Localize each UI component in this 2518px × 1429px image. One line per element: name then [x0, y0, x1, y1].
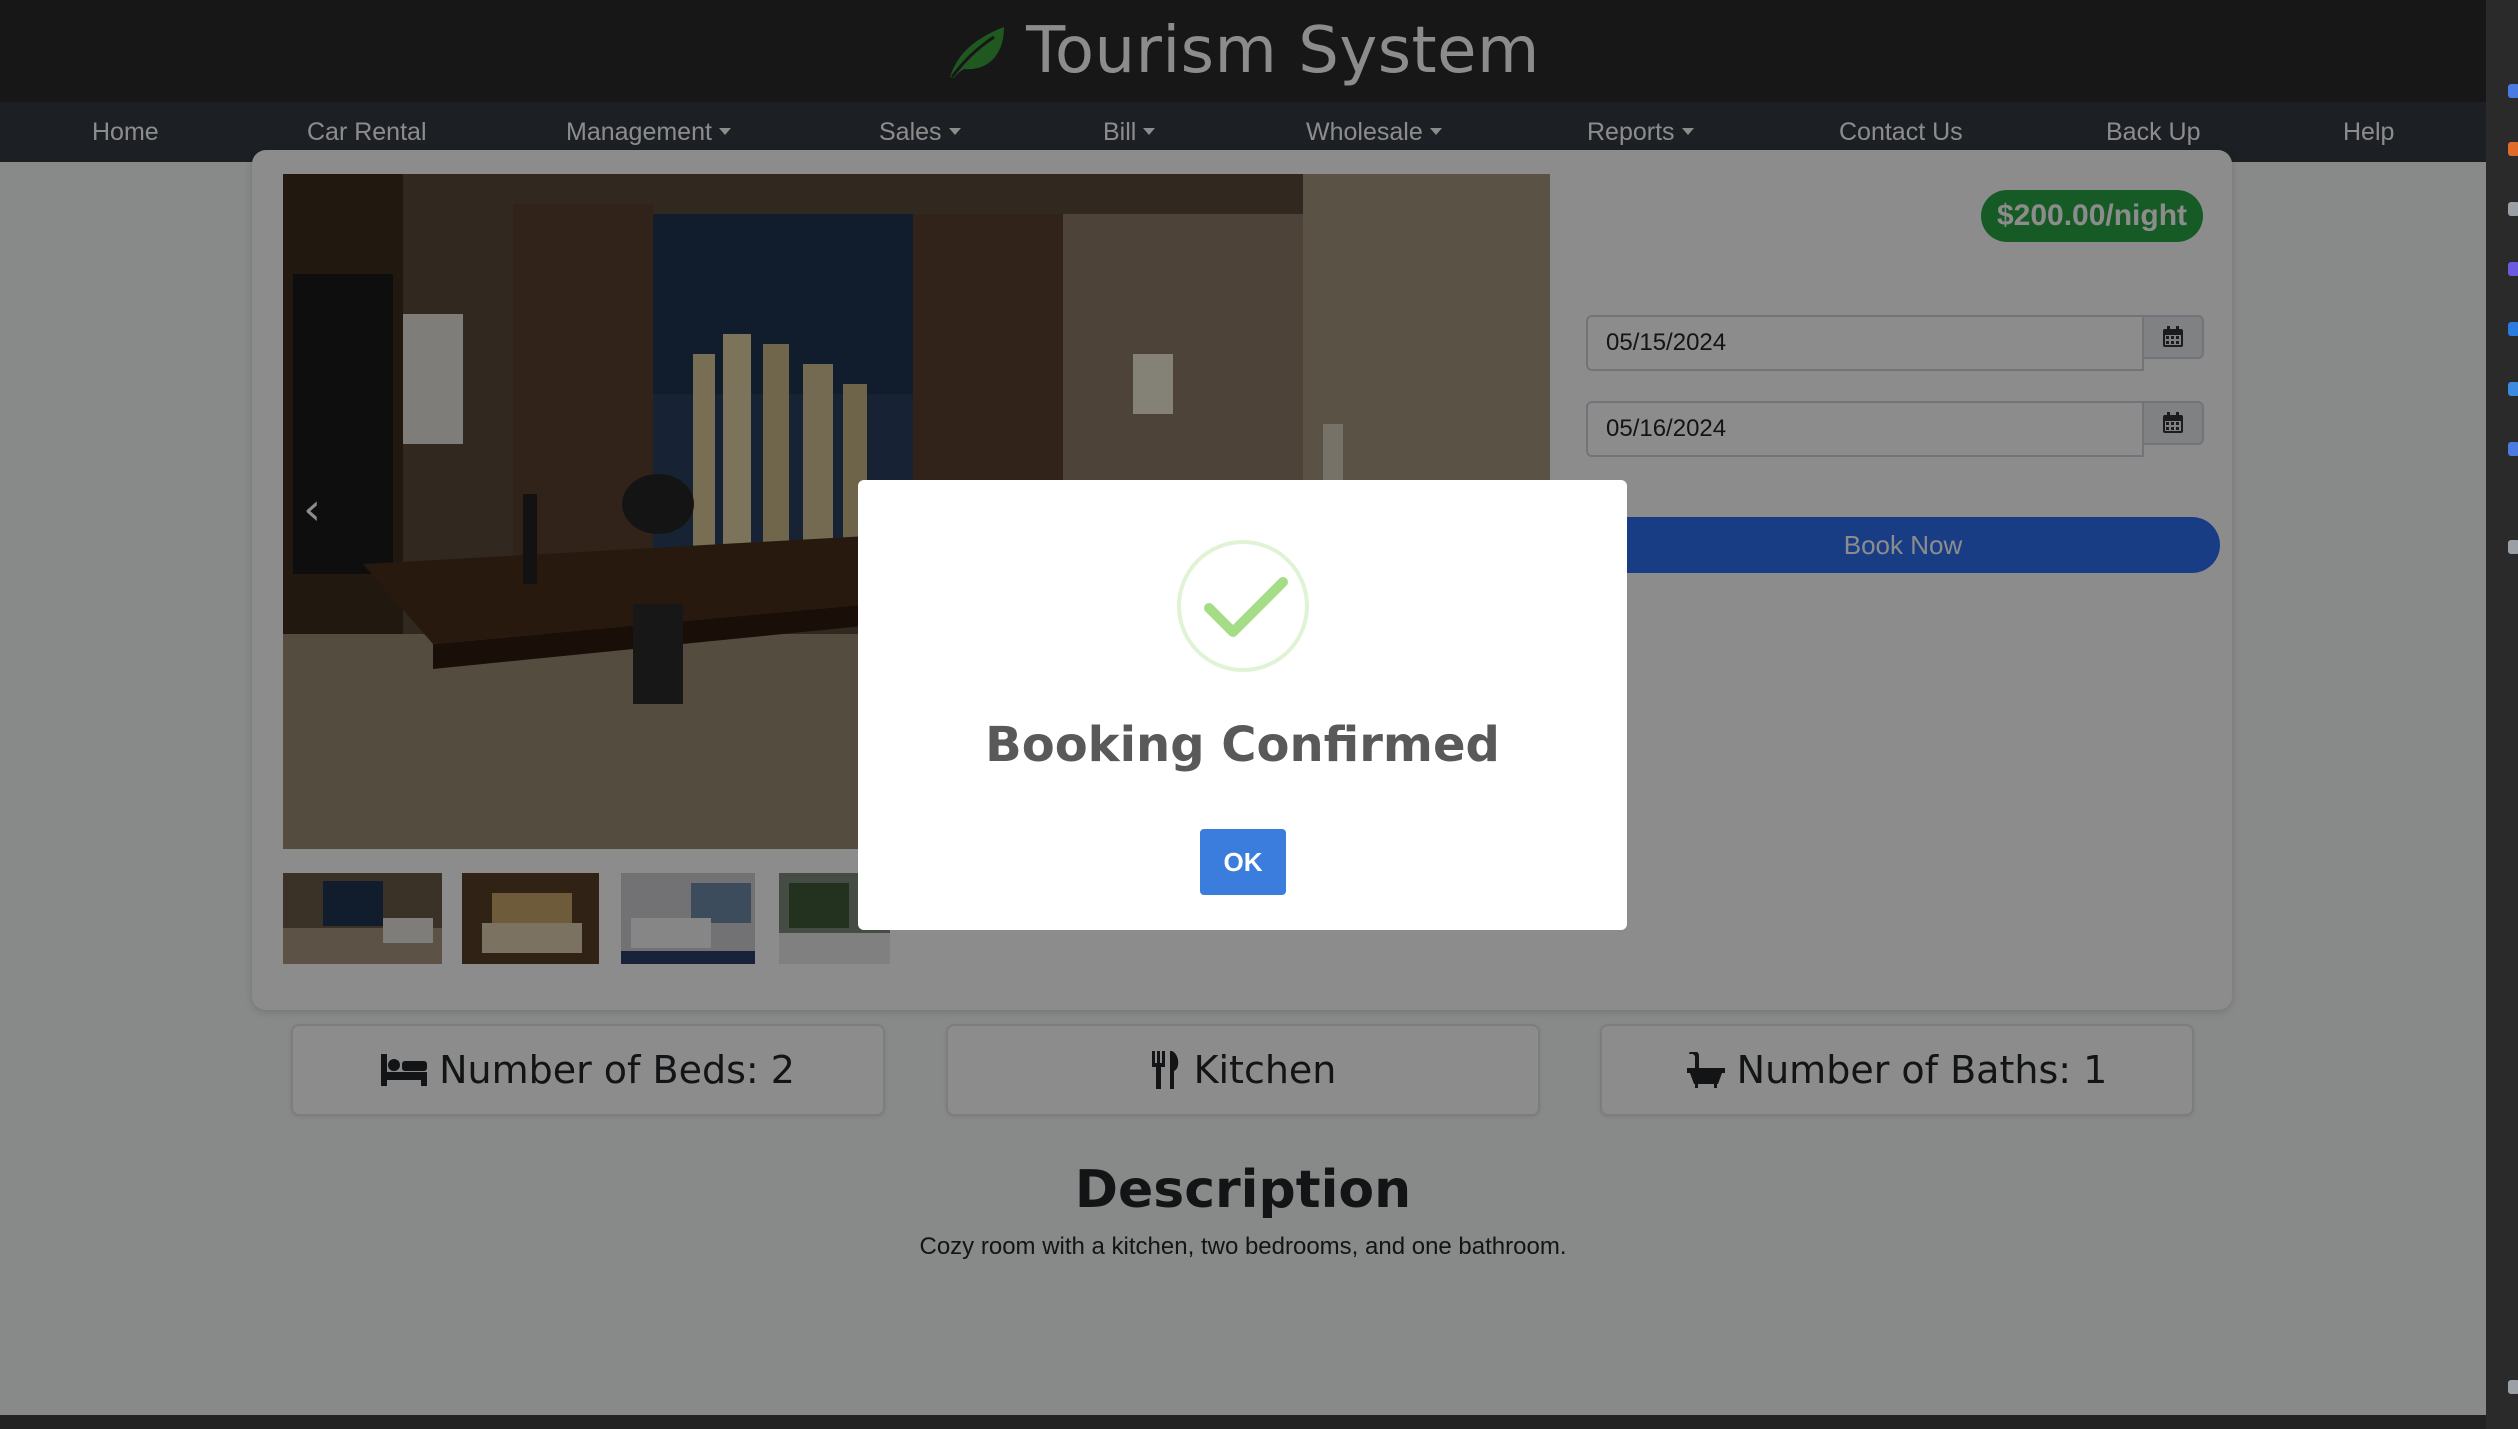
side-panel-icon[interactable]: [2508, 322, 2518, 336]
browser-side-panel: [2486, 0, 2518, 1429]
success-check-icon: [1177, 540, 1309, 672]
gear-icon[interactable]: [2508, 1380, 2518, 1394]
side-panel-icon[interactable]: [2508, 442, 2518, 456]
window-bottom-edge: [0, 1415, 2486, 1429]
side-panel-icon[interactable]: [2508, 84, 2518, 98]
side-panel-icon[interactable]: [2508, 382, 2518, 396]
side-panel-icon[interactable]: [2508, 142, 2518, 156]
side-panel-icon[interactable]: [2508, 262, 2518, 276]
app-window: Tourism System Home Car Rental Managemen…: [0, 0, 2486, 1415]
side-panel-icon[interactable]: [2508, 202, 2518, 216]
checkmark-icon: [1204, 577, 1288, 637]
modal-title: Booking Confirmed: [985, 717, 1500, 773]
ok-button[interactable]: OK: [1200, 829, 1286, 895]
add-icon[interactable]: [2508, 540, 2518, 554]
booking-confirmed-modal: Booking Confirmed OK: [858, 480, 1627, 930]
